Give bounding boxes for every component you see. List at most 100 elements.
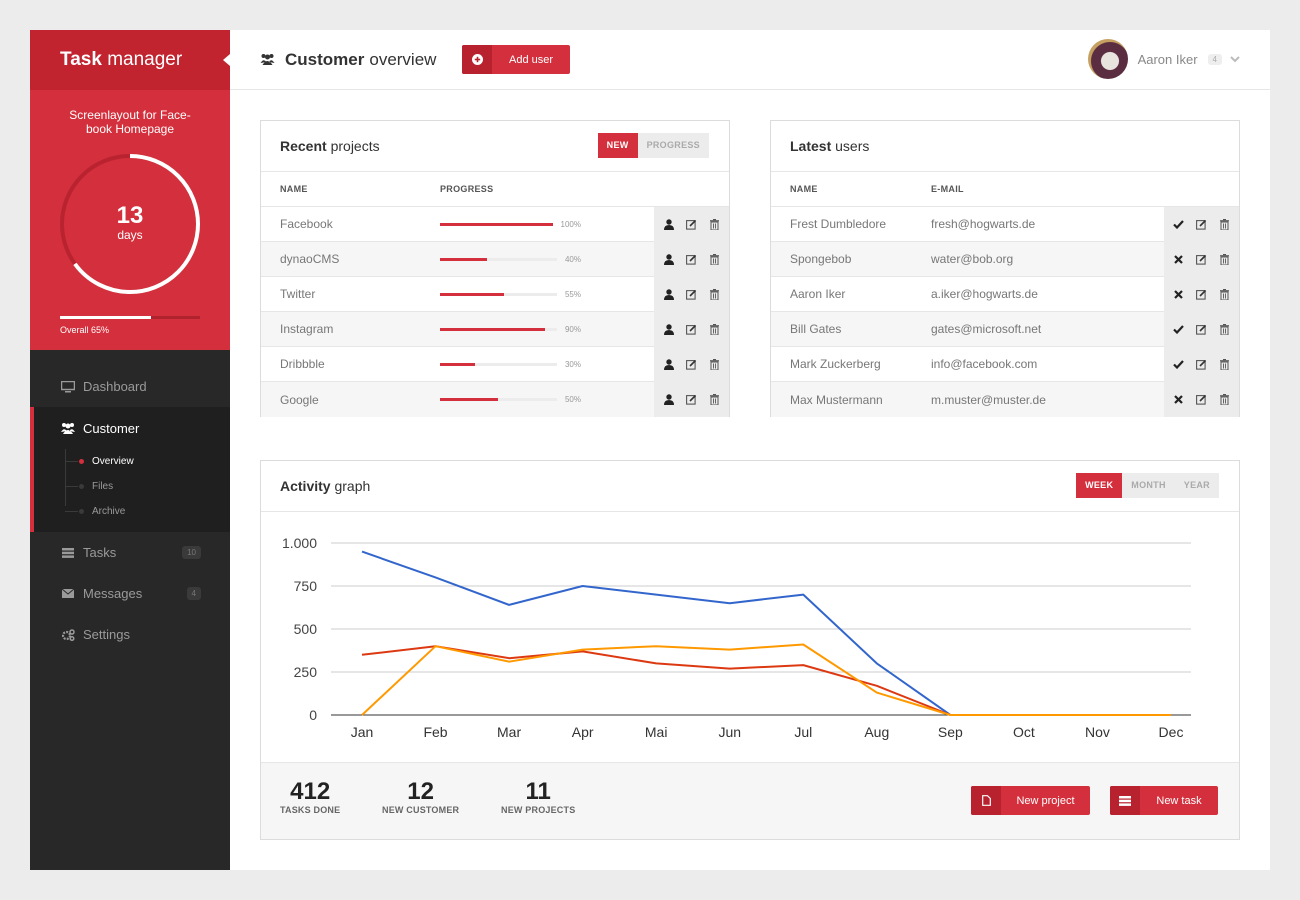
- page-title-rest: overview: [369, 50, 437, 69]
- cogs-icon: [61, 628, 75, 641]
- check-icon[interactable]: [1172, 325, 1186, 334]
- add-user-label: Add user: [508, 53, 554, 66]
- table-row[interactable]: Frest Dumbledore fresh@hogwarts.de: [771, 207, 1239, 242]
- user-icon[interactable]: [662, 254, 676, 265]
- user-name: Aaron Iker: [790, 287, 846, 301]
- chevron-down-icon[interactable]: [1230, 50, 1240, 68]
- project-progress: 55%: [421, 290, 581, 299]
- tab-month[interactable]: MONTH: [1122, 473, 1175, 498]
- check-icon[interactable]: [1172, 360, 1186, 369]
- sidebar-group-customer: Customer Overview Files Archive: [30, 407, 230, 532]
- column-header-email[interactable]: E-MAIL: [931, 184, 964, 194]
- edit-icon[interactable]: [685, 324, 699, 335]
- y-tick-label: 750: [294, 578, 318, 594]
- user-name: Max Mustermann: [790, 392, 883, 407]
- check-icon[interactable]: [1172, 220, 1186, 229]
- table-row[interactable]: Spongebob water@bob.org: [771, 242, 1239, 277]
- sidebar-item-customer[interactable]: Customer: [34, 407, 230, 449]
- user-menu[interactable]: Aaron Iker 4: [1087, 39, 1240, 79]
- trash-icon[interactable]: [708, 324, 722, 335]
- user-icon[interactable]: [662, 219, 676, 230]
- tab-week[interactable]: WEEK: [1076, 473, 1123, 498]
- user-icon[interactable]: [662, 394, 676, 405]
- table-row[interactable]: Aaron Iker a.iker@hogwarts.de: [771, 277, 1239, 312]
- edit-icon[interactable]: [1195, 254, 1209, 265]
- stat-tasks-done: 412 TASKS DONE: [280, 779, 340, 816]
- plus-circle-icon: [462, 45, 492, 74]
- edit-icon[interactable]: [685, 359, 699, 370]
- cross-icon[interactable]: [1172, 255, 1186, 264]
- x-tick-label: Feb: [423, 724, 447, 740]
- trash-icon[interactable]: [708, 219, 722, 230]
- edit-icon[interactable]: [1195, 219, 1209, 230]
- add-user-button[interactable]: Add user: [462, 45, 570, 74]
- sidebar-item-tasks[interactable]: Tasks 10: [30, 532, 230, 573]
- trash-icon[interactable]: [708, 289, 722, 300]
- trash-icon[interactable]: [708, 254, 722, 265]
- trash-icon[interactable]: [1218, 254, 1232, 265]
- edit-icon[interactable]: [685, 289, 699, 300]
- trash-icon[interactable]: [1218, 359, 1232, 370]
- column-header-progress[interactable]: PROGRESS: [421, 184, 581, 194]
- progress-percent: 100%: [560, 219, 581, 229]
- x-tick-label: Jun: [718, 724, 741, 740]
- chart-area: 0 250 500 750 1.000 Jan Feb Mar Apr Mai Jun Jul Aug S…: [261, 512, 1239, 762]
- user-icon[interactable]: [662, 289, 676, 300]
- user-icon[interactable]: [662, 359, 676, 370]
- new-task-button[interactable]: New task: [1110, 786, 1218, 815]
- sidebar-item-messages[interactable]: Messages 4: [30, 573, 230, 614]
- subnav-item-files[interactable]: Files: [65, 474, 230, 499]
- user-name: Mark Zuckerberg: [790, 357, 881, 371]
- x-tick-label: Jul: [794, 724, 812, 740]
- edit-icon[interactable]: [685, 219, 699, 230]
- edit-icon[interactable]: [1195, 359, 1209, 370]
- table-row[interactable]: Facebook 100%: [261, 207, 729, 242]
- table-row[interactable]: Twitter 55%: [261, 277, 729, 312]
- subnav-item-overview[interactable]: Overview: [65, 449, 230, 474]
- x-tick-label: Mar: [497, 724, 521, 740]
- sidebar-item-dashboard[interactable]: Dashboard: [30, 366, 230, 407]
- trash-icon[interactable]: [708, 359, 722, 370]
- edit-icon[interactable]: [685, 394, 699, 405]
- table-row[interactable]: Dribbble 30%: [261, 347, 729, 382]
- row-actions: [654, 382, 729, 417]
- top-header: Customer overview Add user Aaron Iker 4: [230, 30, 1270, 90]
- table-header: NAME E-MAIL: [771, 172, 1239, 207]
- cross-icon[interactable]: [1172, 290, 1186, 299]
- table-row[interactable]: Instagram 90%: [261, 312, 729, 347]
- column-header-name[interactable]: NAME: [261, 184, 421, 194]
- tab-progress[interactable]: PROGRESS: [637, 133, 709, 158]
- user-email: gates@microsoft.net: [931, 322, 1042, 336]
- subnav-item-archive[interactable]: Archive: [65, 499, 230, 524]
- panel-title-bold: Activity: [280, 478, 331, 494]
- table-row[interactable]: Bill Gates gates@microsoft.net: [771, 312, 1239, 347]
- trash-icon[interactable]: [1218, 394, 1232, 405]
- sidebar-item-settings[interactable]: Settings: [30, 614, 230, 655]
- edit-icon[interactable]: [685, 254, 699, 265]
- tab-new[interactable]: NEW: [597, 133, 638, 158]
- y-tick-label: 500: [294, 621, 318, 637]
- trash-icon[interactable]: [1218, 324, 1232, 335]
- edit-icon[interactable]: [1195, 394, 1209, 405]
- trash-icon[interactable]: [1218, 219, 1232, 230]
- stat-label: NEW CUSTOMER: [382, 805, 460, 815]
- subnav-label: Archive: [92, 506, 126, 517]
- stat-label: NEW PROJECTS: [501, 805, 576, 815]
- table-row[interactable]: Mark Zuckerberg info@facebook.com: [771, 347, 1239, 382]
- user-icon[interactable]: [662, 324, 676, 335]
- trash-icon[interactable]: [1218, 289, 1232, 300]
- table-row[interactable]: Max Mustermann m.muster@muster.de: [771, 382, 1239, 417]
- table-row[interactable]: Google 50%: [261, 382, 729, 417]
- new-project-button[interactable]: New project: [971, 786, 1090, 815]
- project-progress: 90%: [421, 325, 581, 334]
- x-tick-label: Jan: [351, 724, 374, 740]
- edit-icon[interactable]: [1195, 324, 1209, 335]
- table-row[interactable]: dynaoCMS 40%: [261, 242, 729, 277]
- column-header-name[interactable]: NAME: [771, 184, 931, 194]
- trash-icon[interactable]: [708, 394, 722, 405]
- recent-projects-panel: Recent projects NEW PROGRESS NAME PROGRE…: [260, 120, 730, 417]
- cross-icon[interactable]: [1172, 395, 1186, 404]
- subnav-label: Files: [92, 481, 114, 492]
- tab-year[interactable]: YEAR: [1174, 473, 1219, 498]
- edit-icon[interactable]: [1195, 289, 1209, 300]
